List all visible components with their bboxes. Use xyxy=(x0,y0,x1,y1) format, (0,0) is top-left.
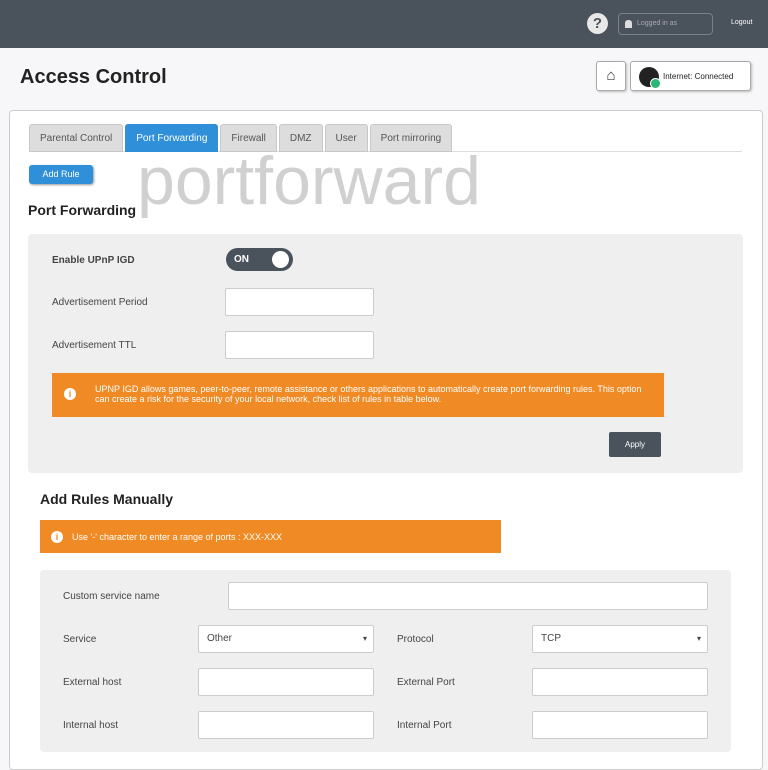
tab-parental-control[interactable]: Parental Control xyxy=(29,124,124,152)
toggle-label: ON xyxy=(234,254,249,265)
home-icon: ⌂ xyxy=(606,67,616,84)
ext-port-label: External Port xyxy=(397,677,455,688)
user-icon xyxy=(625,20,632,28)
custom-name-label: Custom service name xyxy=(63,591,160,602)
hint-text: Use '-' character to enter a range of po… xyxy=(72,532,283,542)
custom-name-input[interactable] xyxy=(228,582,708,610)
service-label: Service xyxy=(63,634,97,645)
int-host-label: Internal host xyxy=(63,720,119,731)
protocol-value: TCP xyxy=(541,633,561,644)
internet-label: Internet: xyxy=(663,72,693,81)
ext-host-label: External host xyxy=(63,677,122,688)
page-title: Access Control xyxy=(20,66,167,88)
add-rule-button[interactable]: Add Rule xyxy=(29,165,93,184)
logout-link[interactable]: Logout xyxy=(731,19,752,26)
ext-port-input[interactable] xyxy=(532,668,708,696)
int-host-input[interactable] xyxy=(198,711,374,739)
int-port-label: Internal Port xyxy=(397,720,452,731)
logged-in-label: Logged in as xyxy=(637,20,678,27)
ext-host-input[interactable] xyxy=(198,668,374,696)
warning-text: UPNP IGD allows games, peer-to-peer, rem… xyxy=(95,384,642,404)
section-title: Port Forwarding xyxy=(28,202,137,218)
range-hint: i Use '-' character to enter a range of p… xyxy=(40,520,501,553)
help-icon[interactable]: ? xyxy=(587,13,608,34)
int-port-input[interactable] xyxy=(532,711,708,739)
info-icon: i xyxy=(64,388,76,400)
adv-period-label: Advertisement Period xyxy=(52,297,148,308)
adv-ttl-label: Advertisement TTL xyxy=(52,340,137,351)
protocol-label: Protocol xyxy=(397,634,434,645)
upnp-toggle[interactable]: ON xyxy=(226,248,293,271)
protocol-select[interactable]: TCP xyxy=(532,625,708,653)
info-icon: i xyxy=(51,531,63,543)
apply-button[interactable]: Apply xyxy=(609,432,661,457)
globe-check-icon xyxy=(639,67,661,89)
internet-status: Connected xyxy=(694,72,734,81)
enable-upnp-label: Enable UPnP IGD xyxy=(52,255,135,266)
service-select[interactable]: Other xyxy=(198,625,374,653)
adv-period-input[interactable] xyxy=(225,288,374,316)
watermark: portforward xyxy=(137,143,481,219)
internet-status-button[interactable]: Internet: Connected xyxy=(630,61,751,91)
home-button[interactable]: ⌂ xyxy=(596,61,626,91)
manual-title: Add Rules Manually xyxy=(40,491,174,507)
service-value: Other xyxy=(207,633,233,644)
upnp-warning: i UPNP IGD allows games, peer-to-peer, re… xyxy=(52,373,664,417)
adv-ttl-input[interactable] xyxy=(225,331,374,359)
logged-in-box[interactable]: Logged in as xyxy=(618,13,713,35)
